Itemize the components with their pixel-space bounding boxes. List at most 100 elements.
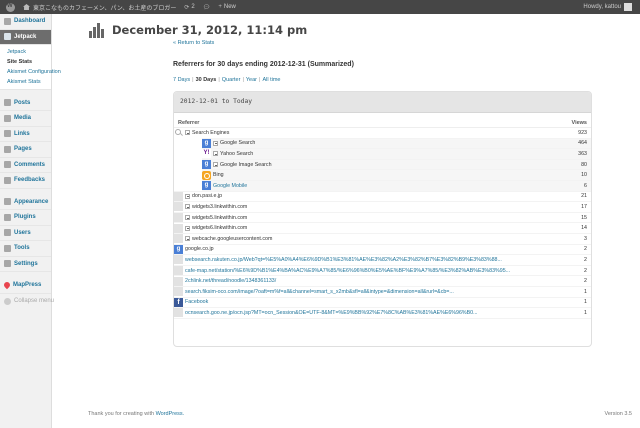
row-indent: [174, 148, 202, 160]
row-indent: [174, 180, 202, 192]
site-name-menu[interactable]: 東京こなものカフェーメン、パン、お土産のブロガー: [19, 0, 180, 14]
table-row[interactable]: ocnsearch.goo.ne.jp/ocn.jsp?MT=ocn_Sessi…: [174, 308, 591, 319]
google-icon: g: [202, 181, 211, 191]
menu-item-tools[interactable]: Tools: [0, 241, 51, 257]
expand-toggle-icon[interactable]: [213, 162, 218, 168]
referrer-label: Bing: [213, 172, 224, 179]
map-pin-icon: [2, 281, 12, 290]
comments-menu[interactable]: 💬︎: [199, 0, 215, 14]
expand-toggle-icon[interactable]: [185, 204, 190, 210]
menu-item-jetpack[interactable]: Jetpack: [0, 29, 51, 45]
referrer-label[interactable]: 2chlink.net/thread/noodle/1348361133/: [185, 278, 563, 284]
date-range-heading: 2012-12-01 to Today: [174, 92, 591, 113]
main-content: December 31, 2012, 11:14 pm « Return to …: [52, 14, 640, 428]
referrer-label[interactable]: search.fiksim-oco.com/image/?oaft=m%f=al…: [185, 289, 563, 295]
menu-item-settings[interactable]: Settings: [0, 257, 51, 272]
menu-item-users[interactable]: Users: [0, 226, 51, 241]
favicon-placeholder: [174, 202, 183, 212]
footer: Thank you for creating with WordPress. V…: [88, 411, 632, 417]
views-count: 3: [584, 235, 587, 242]
menu-item-dashboard[interactable]: Dashboard: [0, 14, 51, 30]
table-row[interactable]: webcache.googleusercontent.com 3: [174, 234, 591, 245]
table-row[interactable]: widgets5.linkwithin.com 15: [174, 213, 591, 224]
submenu-item[interactable]: Akismet Configuration: [0, 67, 61, 77]
collapse-arrow-icon: [4, 297, 11, 305]
google-icon: g: [174, 244, 183, 254]
menu-item-mappress[interactable]: MapPress: [0, 278, 51, 294]
referrer-label[interactable]: ocnsearch.goo.ne.jp/ocn.jsp?MT=ocn_Sessi…: [185, 310, 563, 316]
plus-icon: +: [218, 4, 222, 10]
submenu-item[interactable]: Site Stats: [0, 57, 51, 67]
range-link[interactable]: All time: [262, 77, 280, 83]
collapse-menu-button[interactable]: Collapse menu: [0, 294, 54, 310]
range-link[interactable]: 30 Days: [196, 77, 217, 83]
expand-toggle-icon[interactable]: [185, 215, 190, 221]
referrer-label: widgets5.linkwithin.com: [192, 214, 248, 221]
admin-sidebar: Dashboard Jetpack Jetpack Site Stats Akisme…: [0, 14, 61, 428]
table-row[interactable]: cafe-map.net/station/%E6%9D%B1%E4%BA%AC%…: [174, 266, 591, 277]
wp-logo-menu[interactable]: [0, 0, 19, 14]
submenu-item[interactable]: Jetpack: [0, 47, 51, 57]
menu-item-label: Comments: [14, 161, 46, 168]
account-menu[interactable]: Howdy, kattou: [579, 0, 640, 14]
updates-menu[interactable]: ⟳ 2: [180, 0, 198, 14]
table-row[interactable]: 2chlink.net/thread/noodle/1348361133/2: [174, 276, 591, 287]
wordpress-link[interactable]: WordPress.: [156, 411, 185, 417]
table-row[interactable]: g Google Mobile 6: [174, 180, 591, 192]
referrer-label[interactable]: websearch.rakuten.co.jp/Web?qt=%E5%A0%A4…: [185, 257, 563, 263]
referrers-table: 2012-12-01 to Today Referrer Views Searc…: [173, 91, 592, 347]
expand-toggle-icon[interactable]: [185, 193, 190, 199]
menu-item-feedbacks[interactable]: Feedbacks: [0, 173, 51, 189]
menu-item-plugins[interactable]: Plugins: [0, 210, 51, 226]
referrer-label[interactable]: Facebook: [185, 299, 563, 305]
table-row[interactable]: don.pasi.e.jp 21: [174, 191, 591, 203]
table-row[interactable]: g Google Image Search 80: [174, 159, 591, 171]
yahoo-icon: Y!: [202, 149, 211, 159]
referrer-label: don.pasi.e.jp: [192, 193, 223, 200]
table-row[interactable]: Search Engines 923: [174, 128, 591, 139]
table-row[interactable]: f Facebook 1: [174, 297, 591, 309]
range-link[interactable]: Quarter: [222, 77, 241, 83]
jetpack-icon: [4, 33, 11, 40]
table-row[interactable]: widgets6.linkwithin.com 14: [174, 223, 591, 234]
menu-item-appearance[interactable]: Appearance: [0, 195, 51, 210]
menu-item-links[interactable]: Links: [0, 127, 51, 142]
referrer-label[interactable]: cafe-map.net/station/%E6%9D%B1%E4%BA%AC%…: [185, 268, 563, 274]
range-separator: |: [242, 77, 244, 83]
favicon-placeholder: [174, 287, 183, 297]
media-icon: [4, 114, 11, 122]
range-link[interactable]: Year: [246, 77, 257, 83]
menu-item-pages[interactable]: Pages: [0, 142, 51, 158]
table-row[interactable]: Y! Yahoo Search 363: [174, 148, 591, 160]
new-content-menu[interactable]: + New: [214, 0, 240, 14]
expand-toggle-icon[interactable]: [185, 225, 190, 231]
return-to-stats-link[interactable]: « Return to Stats: [173, 40, 214, 46]
table-row[interactable]: search.fiksim-oco.com/image/?oaft=m%f=al…: [174, 287, 591, 298]
home-icon: [23, 4, 30, 10]
table-row[interactable]: widgets3.linkwithin.com 17: [174, 202, 591, 213]
table-row[interactable]: Bing 10: [174, 169, 591, 181]
referrer-label: widgets6.linkwithin.com: [192, 225, 248, 232]
expand-toggle-icon[interactable]: [213, 151, 218, 157]
referrer-label: Search Engines: [192, 129, 230, 136]
comment-bubble-icon: 💬︎: [202, 4, 211, 11]
table-row[interactable]: g google.co.jp 2: [174, 244, 591, 256]
views-count: 1: [584, 299, 587, 306]
referrer-label: Google Image Search: [220, 161, 272, 168]
table-row[interactable]: websearch.rakuten.co.jp/Web?qt=%E5%A0%A4…: [174, 255, 591, 266]
views-count: 17: [581, 203, 587, 210]
menu-item-posts[interactable]: Posts: [0, 96, 51, 111]
menu-item-comments[interactable]: Comments: [0, 158, 51, 173]
expand-toggle-icon[interactable]: [213, 140, 218, 146]
footer-thanks: Thank you for creating with WordPress.: [88, 411, 184, 417]
expand-toggle-icon[interactable]: [185, 130, 190, 136]
expand-toggle-icon[interactable]: [185, 236, 190, 242]
menu-item-label: Jetpack: [14, 33, 37, 40]
menu-item-label: Appearance: [14, 198, 49, 205]
range-link[interactable]: 7 Days: [173, 77, 190, 83]
menu-item-media[interactable]: Media: [0, 111, 51, 127]
menu-item-label: Dashboard: [14, 18, 46, 25]
submenu-item[interactable]: Akismet Stats: [0, 77, 51, 87]
menu-item-label: Settings: [14, 260, 38, 267]
table-row[interactable]: g Google Search 464: [174, 138, 591, 150]
